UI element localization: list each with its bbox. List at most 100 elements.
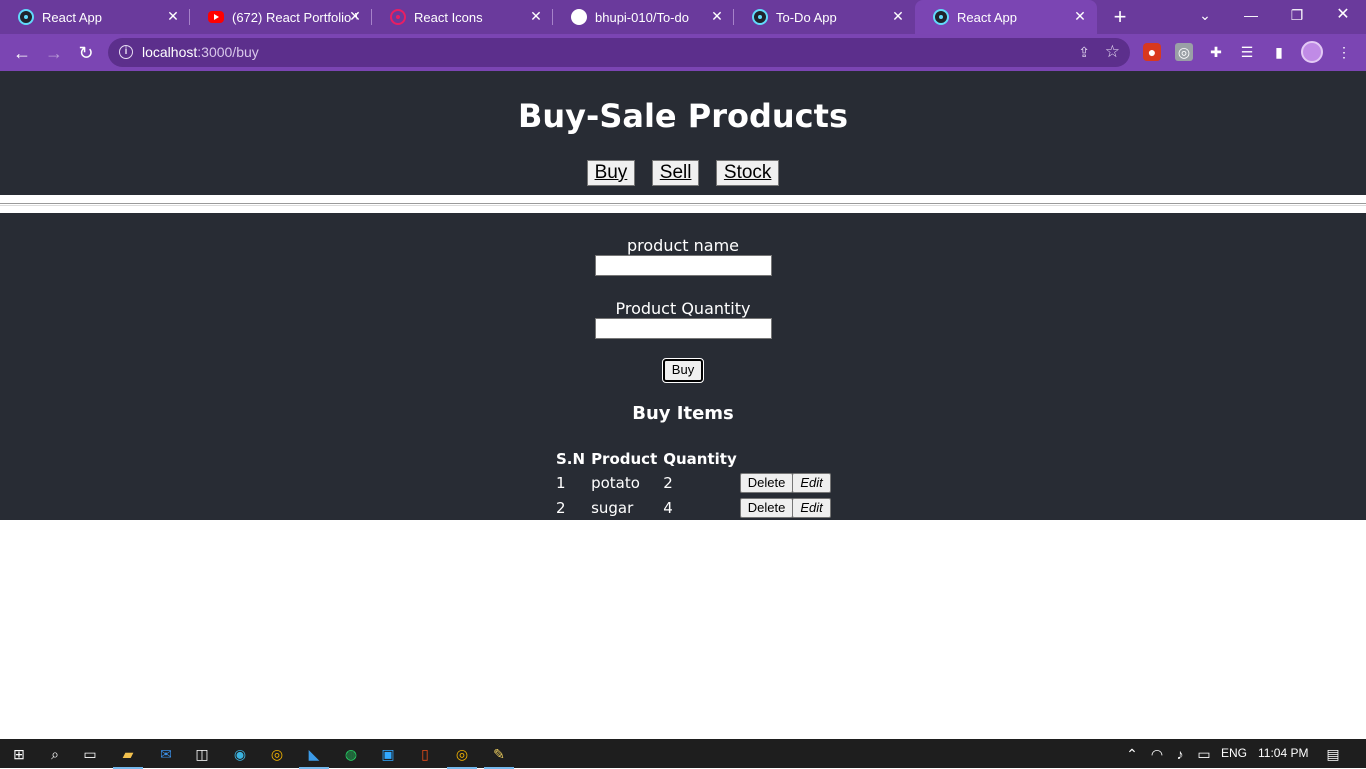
back-icon[interactable]: ← bbox=[9, 40, 35, 66]
close-icon[interactable]: ✕ bbox=[891, 9, 905, 23]
wifi-icon[interactable]: ◠ bbox=[1146, 743, 1168, 765]
mail-icon[interactable]: ✉ bbox=[155, 743, 177, 765]
puzzle-extensions-icon[interactable]: ✚ bbox=[1207, 43, 1225, 61]
cell-product: potato bbox=[591, 473, 640, 492]
close-icon[interactable]: ✕ bbox=[1073, 9, 1087, 23]
forward-icon[interactable]: → bbox=[41, 40, 67, 66]
url-host: localhost bbox=[142, 44, 198, 60]
react-icon bbox=[752, 9, 768, 25]
new-tab-button[interactable]: + bbox=[1108, 5, 1132, 29]
table-header-row: S.N Product Quantity bbox=[553, 447, 831, 470]
address-bar[interactable]: i localhost:3000/buy ⇪ ☆ bbox=[108, 38, 1130, 67]
header-quantity: Quantity bbox=[663, 449, 737, 468]
battery-icon[interactable]: ▭ bbox=[1193, 743, 1215, 765]
task-view-icon[interactable]: ▭ bbox=[79, 743, 101, 765]
language-indicator[interactable]: ENG bbox=[1221, 746, 1247, 760]
chrome-profile-icon[interactable]: ◎ bbox=[447, 743, 477, 769]
header-section: Buy-Sale Products Buy Sell Stock bbox=[0, 71, 1366, 195]
share-icon[interactable]: ⇪ bbox=[1078, 44, 1090, 61]
info-icon[interactable]: i bbox=[119, 45, 133, 59]
tab-label: To-Do App bbox=[776, 9, 837, 25]
minimize-icon[interactable]: — bbox=[1228, 0, 1274, 34]
delete-button[interactable]: Delete bbox=[739, 497, 794, 518]
window-close-icon[interactable]: ✕ bbox=[1320, 0, 1366, 34]
tab-label: bhupi-010/To-do bbox=[595, 9, 689, 25]
close-icon[interactable]: ✕ bbox=[166, 9, 180, 23]
tab-github[interactable]: bhupi-010/To-do ✕ bbox=[553, 0, 734, 34]
edit-button[interactable]: Edit bbox=[792, 472, 831, 493]
product-quantity-input[interactable] bbox=[595, 318, 772, 339]
edit-button[interactable]: Edit bbox=[792, 497, 831, 518]
youtube-icon bbox=[208, 11, 224, 23]
react-icon bbox=[933, 9, 949, 25]
office-icon[interactable]: ▯ bbox=[414, 743, 436, 765]
nav-sell-link[interactable]: Sell bbox=[651, 160, 700, 186]
restore-icon[interactable]: ❐ bbox=[1274, 0, 1320, 34]
windows-taskbar: ⊞ ⌕ ▭ ▰ ✉ ◫ ◉ ◎ ◣ ◍ ▣ ▯ ◎ ✎ ⌃ ◠ ♪ ▭ ENG … bbox=[0, 739, 1366, 769]
menu-dots-icon[interactable]: ⋮ bbox=[1335, 43, 1353, 61]
file-explorer-icon[interactable]: ▰ bbox=[113, 743, 143, 769]
store-icon[interactable]: ◫ bbox=[191, 743, 213, 765]
table-row: 2 sugar 4 Delete Edit bbox=[553, 495, 831, 520]
header-actions bbox=[740, 447, 831, 470]
tab-react-icons[interactable]: React Icons ✕ bbox=[372, 0, 553, 34]
header-sn: S.N bbox=[556, 449, 586, 468]
whatsapp-icon[interactable]: ◍ bbox=[340, 743, 362, 765]
extension-icon[interactable]: ◎ bbox=[1175, 43, 1193, 61]
cell-actions: Delete Edit bbox=[739, 495, 831, 520]
close-icon[interactable]: ✕ bbox=[529, 9, 543, 23]
divider bbox=[0, 205, 1366, 206]
side-panel-icon[interactable]: ▮ bbox=[1270, 43, 1288, 61]
tab-label: React App bbox=[42, 9, 102, 25]
search-icon[interactable]: ⌕ bbox=[44, 743, 66, 765]
photoshop-icon[interactable]: ▣ bbox=[377, 743, 399, 765]
page-content: Buy-Sale Products Buy Sell Stock product… bbox=[0, 71, 1366, 739]
tab-react-app-1[interactable]: React App ✕ bbox=[0, 0, 190, 34]
table-row: 1 potato 2 Delete Edit bbox=[553, 470, 831, 495]
show-hidden-icons-chevron-up-icon[interactable]: ⌃ bbox=[1121, 743, 1143, 765]
url-text[interactable]: localhost:3000/buy bbox=[142, 44, 259, 60]
nav-links: Buy Sell Stock bbox=[0, 160, 1366, 186]
paint-icon[interactable]: ✎ bbox=[484, 743, 514, 769]
media-queue-icon[interactable]: ☰ bbox=[1238, 43, 1256, 61]
tab-youtube[interactable]: (672) React Portfolio W ✕ bbox=[190, 0, 372, 34]
cell-sn: 2 bbox=[556, 498, 566, 517]
edge-icon[interactable]: ◉ bbox=[229, 743, 251, 765]
cell-sn: 1 bbox=[556, 473, 566, 492]
buy-items-title: Buy Items bbox=[632, 403, 734, 424]
vscode-icon[interactable]: ◣ bbox=[299, 743, 329, 769]
windows-start-icon[interactable]: ⊞ bbox=[8, 743, 30, 765]
buy-items-table: S.N Product Quantity 1 potato 2 Delete Ed… bbox=[553, 447, 831, 520]
cell-quantity: 2 bbox=[663, 473, 673, 492]
close-icon[interactable]: ✕ bbox=[710, 9, 724, 23]
tab-label: React App bbox=[957, 9, 1017, 25]
url-path: :3000/buy bbox=[197, 44, 259, 60]
product-quantity-label: Product Quantity bbox=[615, 299, 751, 318]
header-product: Product bbox=[591, 449, 658, 468]
cell-product: sugar bbox=[591, 498, 634, 517]
delete-button[interactable]: Delete bbox=[739, 472, 794, 493]
chrome-icon[interactable]: ◎ bbox=[266, 743, 288, 765]
product-name-input[interactable] bbox=[595, 255, 772, 276]
bookmark-star-icon[interactable]: ☆ bbox=[1105, 42, 1120, 62]
tab-search-icon[interactable]: ⌄ bbox=[1182, 0, 1228, 34]
notifications-icon[interactable]: ▤ bbox=[1322, 743, 1344, 765]
profile-avatar[interactable] bbox=[1301, 41, 1323, 63]
nav-buy-link[interactable]: Buy bbox=[586, 160, 636, 186]
tab-todo-app[interactable]: To-Do App ✕ bbox=[734, 0, 915, 34]
tab-react-app-active[interactable]: React App ✕ bbox=[915, 0, 1097, 34]
cell-actions: Delete Edit bbox=[739, 470, 831, 495]
buy-submit-button[interactable]: Buy bbox=[662, 358, 704, 383]
page-title: Buy-Sale Products bbox=[518, 97, 848, 135]
tab-label: React Icons bbox=[414, 9, 483, 25]
volume-icon[interactable]: ♪ bbox=[1169, 743, 1191, 765]
nav-stock-link[interactable]: Stock bbox=[715, 160, 780, 186]
tab-strip: React App ✕ (672) React Portfolio W ✕ Re… bbox=[0, 0, 1366, 34]
extension-icon[interactable]: ● bbox=[1143, 43, 1161, 61]
github-icon bbox=[571, 9, 587, 25]
close-icon[interactable]: ✕ bbox=[348, 9, 362, 23]
reload-icon[interactable]: ↻ bbox=[73, 40, 99, 66]
react-icons-icon bbox=[390, 9, 406, 25]
clock[interactable]: 11:04 PM bbox=[1258, 746, 1308, 760]
divider bbox=[0, 203, 1366, 204]
